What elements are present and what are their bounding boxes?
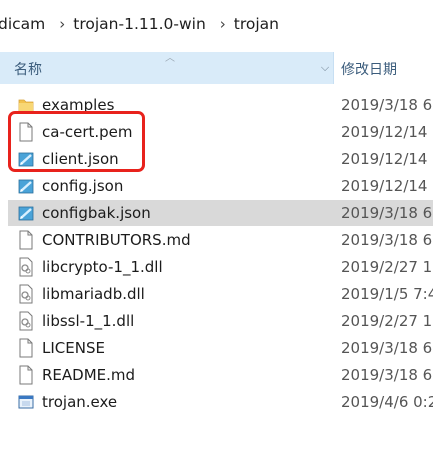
document-icon	[18, 365, 34, 385]
exe-file-icon	[18, 392, 34, 412]
file-name: libcrypto-1_1.dll	[42, 258, 163, 276]
document-icon	[18, 230, 34, 250]
file-modified-date: 2019/1/5 7:4	[341, 285, 433, 303]
file-modified-date: 2019/3/18 6:	[341, 339, 433, 357]
file-name: libssl-1_1.dll	[42, 312, 135, 330]
file-name: libmariadb.dll	[42, 285, 145, 303]
chevron-right-icon[interactable]: ›	[212, 15, 234, 33]
file-name: README.md	[42, 366, 136, 384]
file-row[interactable]: trojan.exe 2019/4/6 0:2	[8, 389, 433, 415]
file-modified-date: 2019/12/14 2	[341, 123, 433, 141]
json-file-icon	[18, 203, 34, 223]
document-icon	[18, 338, 34, 358]
json-file-icon	[18, 176, 34, 196]
file-modified-date: 2019/3/18 6:	[341, 204, 433, 222]
file-row[interactable]: LICENSE 2019/3/18 6:	[8, 335, 433, 361]
file-modified-date: 2019/12/14 2	[341, 150, 433, 168]
file-modified-date: 2019/2/27 1'	[341, 258, 433, 276]
file-modified-date: 2019/2/27 1'	[341, 312, 433, 330]
name-column-label: 名称	[14, 62, 42, 78]
dll-file-icon	[18, 284, 34, 304]
file-row[interactable]: configbak.json 2019/3/18 6:	[8, 200, 433, 226]
file-row[interactable]: libcrypto-1_1.dll 2019/2/27 1'	[8, 254, 433, 280]
file-row[interactable]: README.md 2019/3/18 6:	[8, 362, 433, 388]
column-header: 名称 ︿ ⌵ 修改日期	[0, 52, 433, 84]
date-column-label: 修改日期	[341, 62, 397, 78]
file-row[interactable]: config.json 2019/12/14 2	[8, 173, 433, 199]
breadcrumb-item[interactable]: trojan	[234, 15, 285, 33]
file-modified-date: 2019/3/18 6:	[341, 96, 433, 114]
chevron-down-icon[interactable]: ⌵	[317, 60, 333, 76]
file-name: trojan.exe	[42, 393, 118, 411]
chevron-right-icon[interactable]: ›	[51, 15, 73, 33]
file-name: CONTRIBUTORS.md	[42, 231, 191, 249]
dll-file-icon	[18, 257, 34, 277]
file-row[interactable]: CONTRIBUTORS.md 2019/3/18 6:	[8, 227, 433, 253]
file-name: config.json	[42, 177, 124, 195]
file-row[interactable]: libmariadb.dll 2019/1/5 7:4	[8, 281, 433, 307]
name-column-header[interactable]: 名称 ︿ ⌵	[0, 52, 334, 84]
annotation-highlight-box	[8, 111, 145, 172]
dll-file-icon	[18, 311, 34, 331]
file-name: LICENSE	[42, 339, 105, 357]
sort-ascending-icon: ︿	[165, 53, 175, 64]
file-modified-date: 2019/12/14 2	[341, 177, 433, 195]
file-modified-date: 2019/4/6 0:2	[341, 393, 433, 411]
file-row[interactable]: libssl-1_1.dll 2019/2/27 1'	[8, 308, 433, 334]
file-modified-date: 2019/3/18 6:	[341, 366, 433, 384]
file-modified-date: 2019/3/18 6:	[341, 231, 433, 249]
breadcrumb-item[interactable]: dicam	[0, 15, 51, 33]
breadcrumb-item[interactable]: trojan-1.11.0-win	[73, 15, 212, 33]
breadcrumb: dicam › trojan-1.11.0-win › trojan	[0, 0, 433, 48]
file-name: configbak.json	[42, 204, 151, 222]
